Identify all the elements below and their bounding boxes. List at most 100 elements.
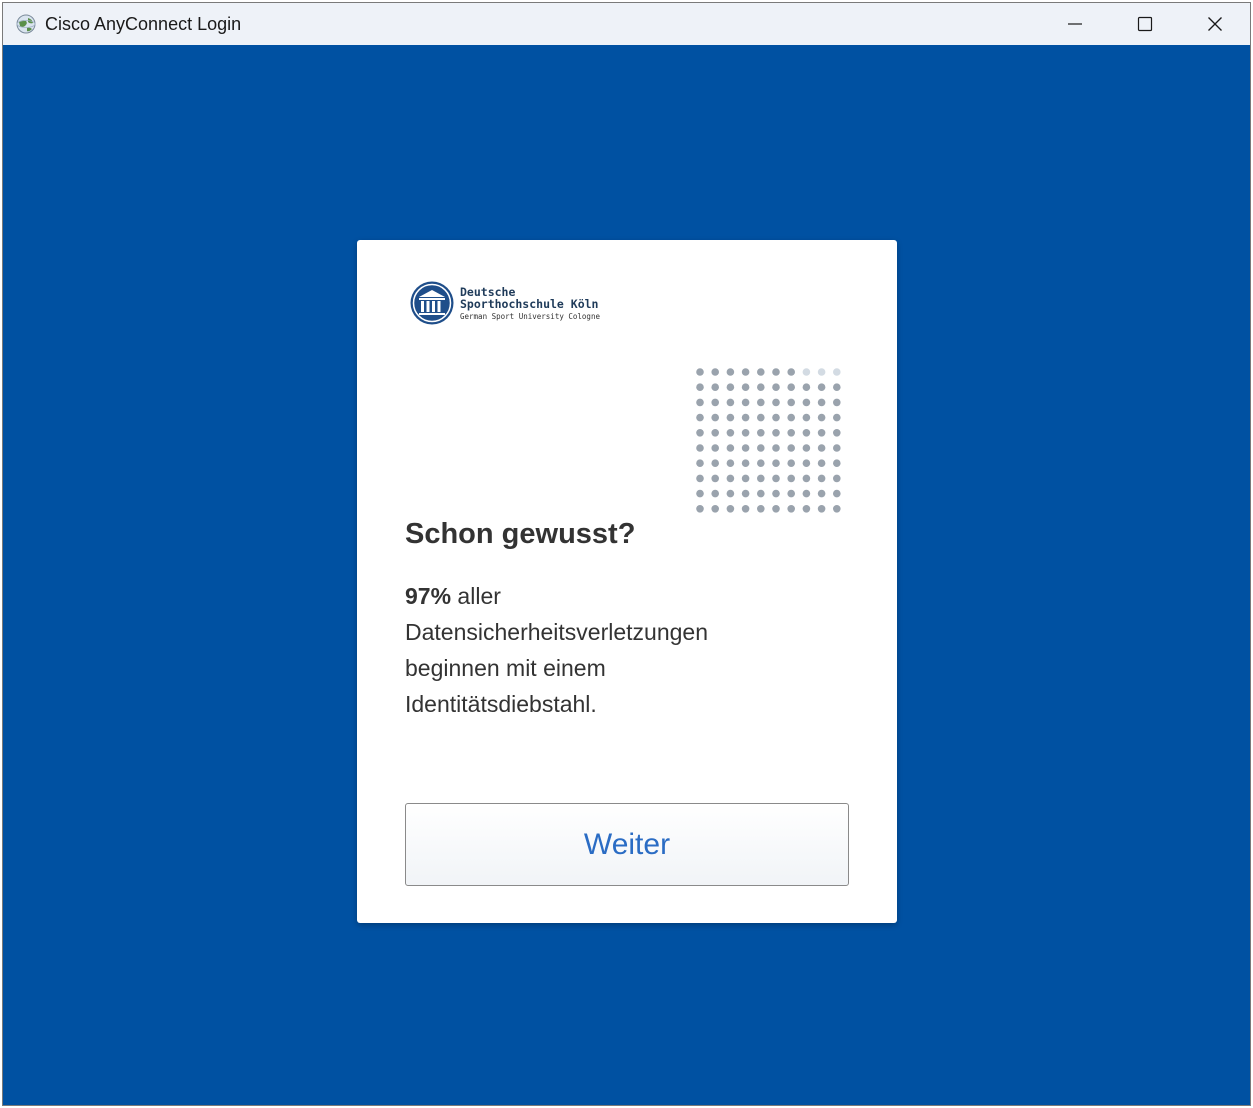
pattern-dot bbox=[696, 505, 704, 513]
pattern-dot bbox=[757, 505, 765, 513]
pattern-dot bbox=[696, 368, 704, 376]
pattern-dot bbox=[833, 459, 841, 467]
pattern-dot bbox=[696, 413, 704, 422]
pattern-dot bbox=[787, 429, 795, 437]
pattern-dot bbox=[833, 474, 841, 483]
pattern-dot bbox=[711, 398, 719, 407]
pattern-dot bbox=[802, 429, 811, 437]
university-logo: Deutsche Sporthochschule Köln German Spo… bbox=[409, 280, 600, 326]
logo-text: Deutsche Sporthochschule Köln German Spo… bbox=[460, 284, 600, 321]
pattern-dot bbox=[757, 383, 765, 391]
weiter-button[interactable]: Weiter bbox=[405, 803, 849, 886]
pattern-dot bbox=[772, 383, 780, 391]
pattern-dot bbox=[726, 444, 735, 452]
pattern-dot bbox=[802, 489, 811, 498]
pattern-dot bbox=[696, 444, 704, 452]
pattern-dot bbox=[726, 459, 735, 467]
pattern-dot bbox=[757, 444, 765, 452]
fact-text: 97% aller Datensicherheitsverletzungen b… bbox=[405, 578, 765, 722]
pattern-dot bbox=[833, 444, 841, 452]
minimize-icon bbox=[1068, 23, 1082, 25]
logo-line-1: Deutsche bbox=[460, 284, 516, 299]
pattern-dot bbox=[817, 489, 826, 498]
pattern-dot bbox=[787, 474, 795, 483]
pattern-dot bbox=[817, 383, 826, 391]
title-bar[interactable]: Cisco AnyConnect Login bbox=[3, 3, 1250, 45]
pattern-dot bbox=[817, 398, 826, 407]
pattern-dot bbox=[817, 474, 826, 483]
pattern-dot bbox=[802, 413, 811, 422]
pattern-dot bbox=[741, 368, 750, 376]
pattern-dot bbox=[833, 368, 841, 376]
pattern-dot bbox=[757, 429, 765, 437]
pattern-dot bbox=[726, 383, 735, 391]
pattern-dot bbox=[817, 505, 826, 513]
pattern-dot bbox=[833, 398, 841, 407]
pattern-dot bbox=[741, 474, 750, 483]
pattern-dot bbox=[741, 505, 750, 513]
pattern-dot bbox=[696, 383, 704, 391]
pattern-dot bbox=[757, 398, 765, 407]
pattern-dot bbox=[726, 368, 735, 376]
pattern-dot bbox=[726, 489, 735, 498]
pattern-dot bbox=[772, 413, 780, 422]
pattern-dot bbox=[696, 429, 704, 437]
pattern-dot bbox=[711, 459, 719, 467]
pattern-dot bbox=[741, 459, 750, 467]
close-button[interactable] bbox=[1180, 3, 1250, 45]
university-building-icon bbox=[410, 281, 454, 325]
fact-stat: 97% bbox=[405, 583, 452, 609]
pattern-dot bbox=[711, 505, 719, 513]
logo-line-3: German Sport University Cologne bbox=[460, 311, 600, 321]
pattern-dot bbox=[772, 398, 780, 407]
pattern-dot bbox=[696, 398, 704, 407]
pattern-dot bbox=[696, 474, 704, 483]
pattern-dot bbox=[802, 383, 811, 391]
pattern-dot bbox=[817, 429, 826, 437]
pattern-dot bbox=[772, 489, 780, 498]
maximize-button[interactable] bbox=[1110, 3, 1180, 45]
pattern-dot bbox=[726, 474, 735, 483]
pattern-dot bbox=[772, 368, 780, 376]
pattern-dot bbox=[817, 459, 826, 467]
pattern-dot bbox=[802, 368, 811, 376]
pattern-dot bbox=[787, 368, 795, 376]
pattern-dot bbox=[787, 413, 795, 422]
pattern-dot bbox=[726, 413, 735, 422]
pattern-dot bbox=[772, 505, 780, 513]
pattern-dot bbox=[726, 398, 735, 407]
pattern-dot bbox=[833, 505, 841, 513]
pattern-dot bbox=[757, 413, 765, 422]
pattern-dot bbox=[772, 429, 780, 437]
pattern-dot bbox=[833, 489, 841, 498]
pattern-dot bbox=[741, 429, 750, 437]
window-title: Cisco AnyConnect Login bbox=[45, 13, 242, 34]
pattern-dot bbox=[787, 505, 795, 513]
pattern-dot bbox=[711, 383, 719, 391]
pattern-dot bbox=[711, 489, 719, 498]
pattern-dot bbox=[802, 459, 811, 467]
pattern-dot bbox=[711, 444, 719, 452]
pattern-dot bbox=[741, 398, 750, 407]
minimize-button[interactable] bbox=[1040, 3, 1110, 45]
login-card: Deutsche Sporthochschule Köln German Spo… bbox=[357, 240, 897, 923]
pattern-dot bbox=[711, 474, 719, 483]
pattern-dot bbox=[787, 383, 795, 391]
pattern-dot bbox=[696, 489, 704, 498]
headline: Schon gewusst? bbox=[405, 518, 636, 550]
pattern-dot bbox=[802, 474, 811, 483]
close-icon bbox=[1208, 17, 1222, 31]
pattern-dot bbox=[787, 489, 795, 498]
pattern-dot bbox=[696, 459, 704, 467]
fact-rest: aller Datensicherheitsverletzungen begin… bbox=[405, 583, 709, 717]
window-controls bbox=[1040, 3, 1250, 45]
pattern-dot bbox=[726, 505, 735, 513]
pattern-dot bbox=[757, 368, 765, 376]
pattern-dot bbox=[772, 444, 780, 452]
pattern-dot bbox=[741, 444, 750, 452]
pattern-dot bbox=[726, 429, 735, 437]
pattern-dot bbox=[802, 505, 811, 513]
pattern-dot bbox=[817, 368, 826, 376]
pattern-dot bbox=[711, 368, 719, 376]
pattern-dot bbox=[757, 474, 765, 483]
